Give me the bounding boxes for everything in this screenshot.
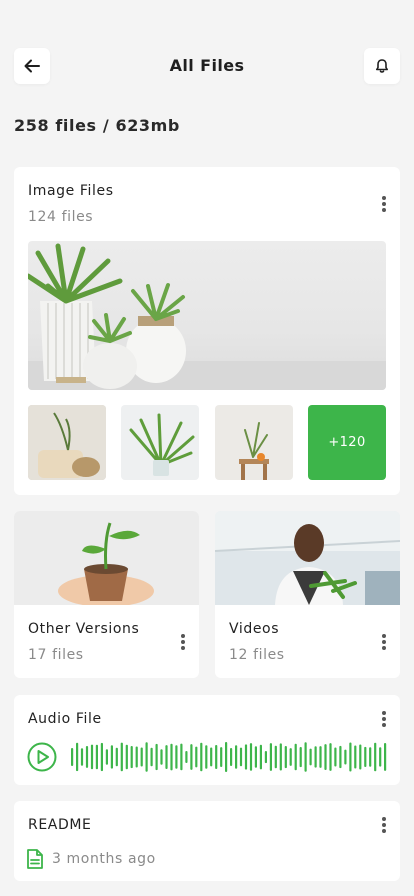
videos-more-menu-icon[interactable] (378, 632, 390, 652)
image-files-more-menu-icon[interactable] (378, 194, 390, 214)
readme-modified-time: 3 months ago (52, 851, 156, 867)
readme-card[interactable]: README 3 months ago (14, 801, 400, 881)
top-bar: All Files (14, 48, 400, 84)
image-files-title: Image Files (28, 183, 114, 199)
other-versions-card[interactable]: Other Versions 17 files (14, 511, 199, 678)
seedling-pot-image (14, 511, 199, 605)
videos-title: Videos (229, 621, 280, 637)
readme-title: README (28, 817, 92, 833)
image-files-card[interactable]: Image Files 124 files +120 (14, 167, 400, 495)
image-files-count: 124 files (28, 209, 94, 225)
storage-summary: 258 files / 623mb (14, 116, 180, 135)
palm-leaves-image (121, 405, 199, 480)
other-versions-image (14, 511, 199, 605)
play-button[interactable] (27, 742, 57, 772)
gardener-image (215, 511, 400, 605)
more-images-button[interactable]: +120 (308, 405, 386, 480)
image-thumbnail-1[interactable] (28, 405, 106, 480)
notifications-button[interactable] (364, 48, 400, 84)
document-icon (27, 849, 43, 869)
stool-plant-image (215, 405, 293, 480)
audio-waveform[interactable] (70, 741, 388, 773)
image-thumbnail-2[interactable] (121, 405, 199, 480)
bell-icon (376, 59, 388, 73)
other-versions-count: 17 files (28, 647, 84, 663)
plants-in-vases-image (28, 243, 386, 390)
image-thumbnail-3[interactable] (215, 405, 293, 480)
audio-file-more-menu-icon[interactable] (378, 709, 390, 729)
page-title: All Files (169, 56, 245, 75)
videos-count: 12 files (229, 647, 285, 663)
readme-more-menu-icon[interactable] (378, 815, 390, 835)
image-files-hero-image[interactable] (28, 241, 386, 390)
videos-image (215, 511, 400, 605)
other-versions-title: Other Versions (28, 621, 140, 637)
audio-file-card[interactable]: Audio File (14, 695, 400, 785)
videos-card[interactable]: Videos 12 files (215, 511, 400, 678)
play-icon (27, 742, 57, 772)
cotton-vase-image (28, 405, 106, 480)
audio-file-title: Audio File (28, 711, 102, 727)
other-versions-more-menu-icon[interactable] (177, 632, 189, 652)
